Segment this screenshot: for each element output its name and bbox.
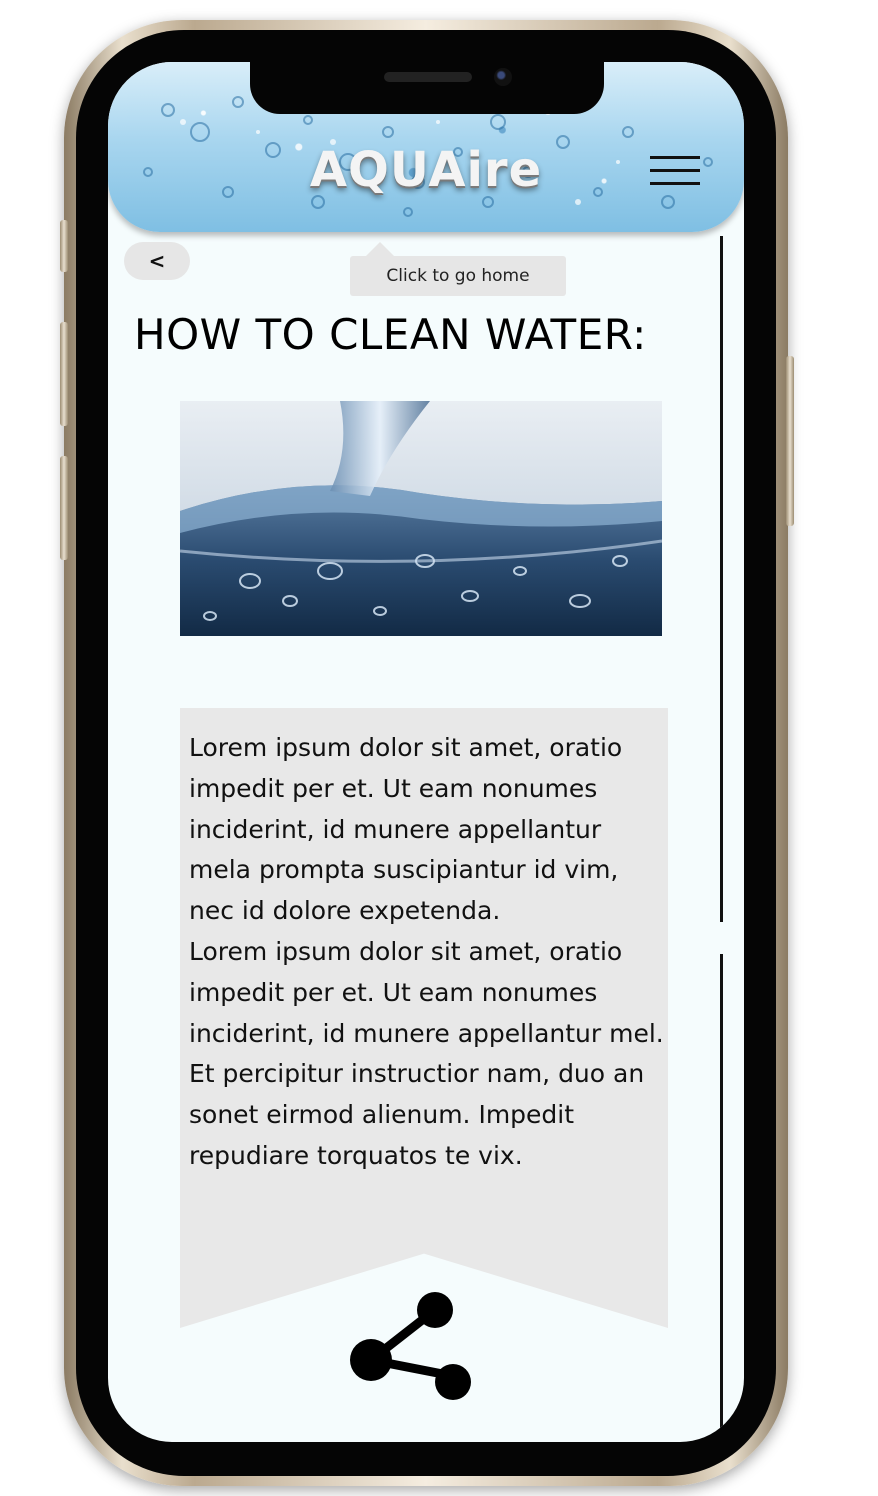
back-button[interactable]: < (124, 242, 190, 280)
phone-notch (250, 62, 604, 114)
phone-volume-up-button (60, 322, 68, 426)
front-camera (494, 68, 512, 86)
home-tooltip: Click to go home (350, 242, 566, 296)
phone-volume-down-button (60, 456, 68, 560)
water-glass-image (180, 401, 662, 636)
phone-silent-switch (60, 220, 68, 272)
article-paragraph: Lorem ipsum dolor sit amet, oratio imped… (189, 733, 623, 926)
scrollbar-track-lower[interactable] (720, 954, 723, 1442)
article-body: Lorem ipsum dolor sit amet, oratio imped… (189, 728, 671, 1177)
page-title: HOW TO CLEAN WATER: (134, 310, 647, 359)
hamburger-menu-icon[interactable] (650, 156, 700, 188)
brand-logo[interactable]: AQUAire (108, 142, 744, 198)
scrollbar-track[interactable] (720, 236, 723, 922)
article-paragraph: Lorem ipsum dolor sit amet, oratio imped… (189, 936, 664, 1170)
phone-power-button (786, 356, 794, 526)
app-screen: AQUAire < Click to go home HOW TO CLEAN … (108, 62, 744, 1442)
phone-speaker (384, 72, 472, 82)
share-icon[interactable] (346, 1284, 476, 1404)
